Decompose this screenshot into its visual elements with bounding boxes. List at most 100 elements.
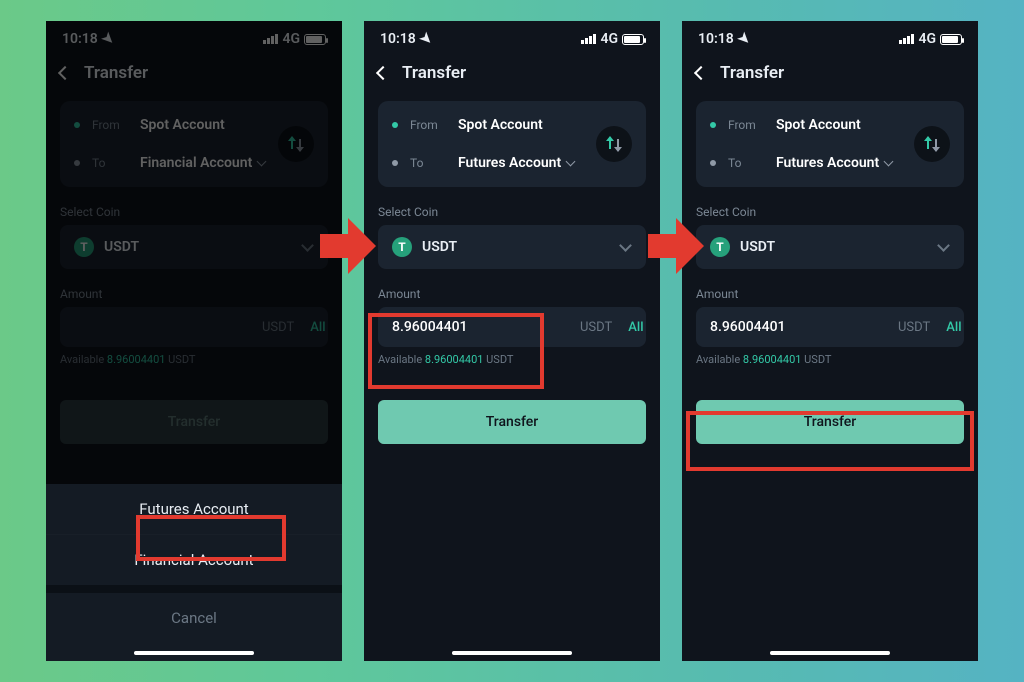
available-unit: USDT <box>168 353 195 366</box>
status-time: 10:18 ➤ <box>380 31 432 47</box>
to-label: To <box>92 156 128 170</box>
amount-unit: USDT <box>262 320 294 335</box>
from-row[interactable]: From Spot Account <box>74 117 314 133</box>
available-value: 8.96004401 <box>743 353 802 366</box>
amount-label: Amount <box>378 287 646 301</box>
time-text: 10:18 <box>698 31 734 47</box>
back-icon[interactable] <box>376 66 390 80</box>
available-text: Available 8.96004401 USDT <box>378 353 646 366</box>
from-label: From <box>92 118 128 132</box>
home-indicator[interactable] <box>770 651 890 655</box>
coin-select[interactable]: T USDT <box>60 225 328 269</box>
available-label: Available <box>60 353 104 366</box>
amount-row: USDT All <box>60 307 328 347</box>
home-indicator[interactable] <box>452 651 572 655</box>
swap-icon <box>605 135 623 153</box>
swap-button[interactable] <box>278 126 314 162</box>
from-label: From <box>410 118 446 132</box>
page-title: Transfer <box>720 63 784 83</box>
home-indicator[interactable] <box>134 651 254 655</box>
amount-input[interactable] <box>74 319 252 335</box>
coin-name: USDT <box>740 239 929 255</box>
transfer-button[interactable]: Transfer <box>696 400 964 444</box>
to-row[interactable]: To Financial Account <box>74 155 314 171</box>
transfer-button[interactable]: Transfer <box>60 400 328 444</box>
phone-screen-3: 10:18 ➤ 4G Transfer From Spot Account To… <box>682 21 978 661</box>
bottom-sheet: Futures Account Financial Account Cancel <box>46 484 342 661</box>
sheet-cancel[interactable]: Cancel <box>46 585 342 643</box>
chevron-down-icon <box>884 157 894 167</box>
account-card: From Spot Account To Futures Account <box>378 101 646 187</box>
chevron-down-icon <box>301 239 314 252</box>
header: Transfer <box>46 51 342 93</box>
all-button[interactable]: All <box>628 320 643 335</box>
page-title: Transfer <box>402 63 466 83</box>
to-label: To <box>728 156 764 170</box>
network-text: 4G <box>918 31 936 47</box>
amount-input[interactable] <box>392 319 570 335</box>
status-bar: 10:18 ➤ 4G <box>46 21 342 51</box>
status-right: 4G <box>581 31 644 47</box>
location-icon: ➤ <box>734 29 754 49</box>
available-value: 8.96004401 <box>425 353 484 366</box>
coin-name: USDT <box>104 239 293 255</box>
network-text: 4G <box>600 31 618 47</box>
select-coin-label: Select Coin <box>378 205 646 219</box>
coin-badge-icon: T <box>392 237 412 257</box>
from-account-value: Spot Account <box>776 117 861 133</box>
select-coin-label: Select Coin <box>696 205 964 219</box>
to-account-value: Futures Account <box>458 155 574 171</box>
available-label: Available <box>378 353 422 366</box>
available-label: Available <box>696 353 740 366</box>
coin-select[interactable]: T USDT <box>696 225 964 269</box>
page-title: Transfer <box>84 63 148 83</box>
from-account-value: Spot Account <box>140 117 225 133</box>
coin-select[interactable]: T USDT <box>378 225 646 269</box>
amount-label: Amount <box>696 287 964 301</box>
available-unit: USDT <box>486 353 513 366</box>
sheet-option-futures[interactable]: Futures Account <box>46 484 342 534</box>
phone-screen-2: 10:18 ➤ 4G Transfer From Spot Account To… <box>364 21 660 661</box>
available-text: Available 8.96004401 USDT <box>696 353 964 366</box>
select-coin-label: Select Coin <box>60 205 328 219</box>
back-icon[interactable] <box>58 66 72 80</box>
from-row[interactable]: From Spot Account <box>392 117 632 133</box>
to-row[interactable]: To Futures Account <box>710 155 950 171</box>
amount-row: USDT All <box>696 307 964 347</box>
location-icon: ➤ <box>416 29 436 49</box>
all-button[interactable]: All <box>310 320 325 335</box>
coin-badge-icon: T <box>710 237 730 257</box>
dot-from-icon <box>392 122 398 128</box>
status-right: 4G <box>263 31 326 47</box>
sheet-option-financial[interactable]: Financial Account <box>46 534 342 585</box>
all-button[interactable]: All <box>946 320 961 335</box>
dot-to-icon <box>74 160 80 166</box>
battery-icon <box>940 34 962 45</box>
status-right: 4G <box>899 31 962 47</box>
dot-from-icon <box>74 122 80 128</box>
signal-icon <box>263 34 278 44</box>
amount-unit: USDT <box>580 320 612 335</box>
to-account-value: Futures Account <box>776 155 892 171</box>
to-row[interactable]: To Futures Account <box>392 155 632 171</box>
swap-button[interactable] <box>914 126 950 162</box>
swap-button[interactable] <box>596 126 632 162</box>
status-time: 10:18 ➤ <box>698 31 750 47</box>
location-icon: ➤ <box>98 29 118 49</box>
status-bar: 10:18 ➤ 4G <box>682 21 978 51</box>
available-text: Available 8.96004401 USDT <box>60 353 328 366</box>
from-row[interactable]: From Spot Account <box>710 117 950 133</box>
arrow-icon-1 <box>320 218 376 274</box>
coin-badge-icon: T <box>74 237 94 257</box>
chevron-down-icon <box>257 157 267 167</box>
transfer-button[interactable]: Transfer <box>378 400 646 444</box>
chevron-down-icon <box>566 157 576 167</box>
amount-unit: USDT <box>898 320 930 335</box>
chevron-down-icon <box>619 239 632 252</box>
header: Transfer <box>682 51 978 93</box>
amount-input[interactable] <box>710 319 888 335</box>
back-icon[interactable] <box>694 66 708 80</box>
header: Transfer <box>364 51 660 93</box>
to-label: To <box>410 156 446 170</box>
signal-icon <box>581 34 596 44</box>
